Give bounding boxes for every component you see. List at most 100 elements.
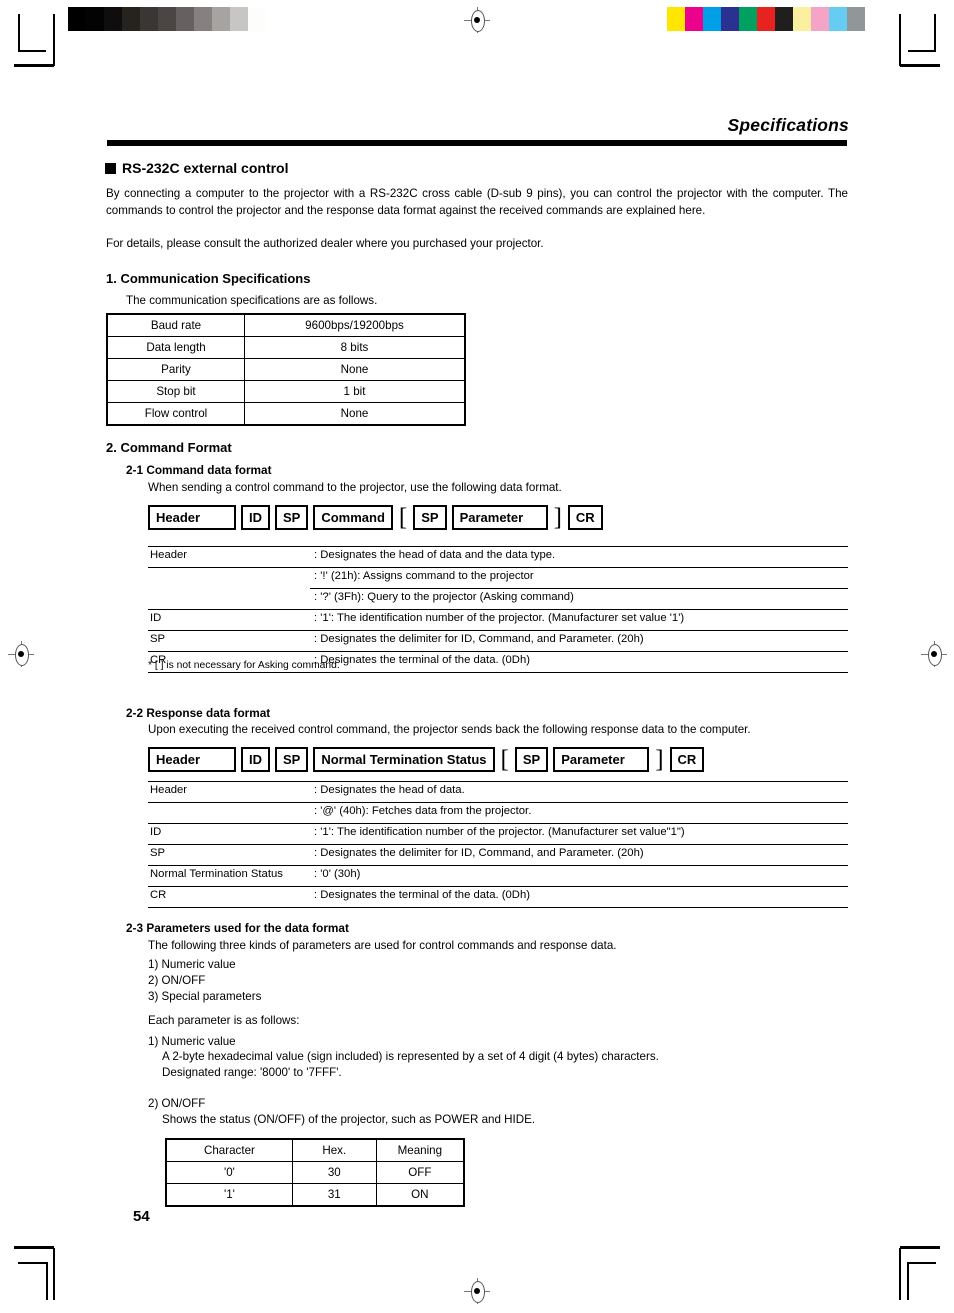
spec-label-cell: Parity bbox=[106, 358, 245, 381]
block-heading-label: RS-232C external control bbox=[122, 160, 289, 176]
numeric-value-title: 1) Numeric value bbox=[148, 1035, 236, 1048]
table-row: '1' 31 ON bbox=[165, 1183, 465, 1207]
table-row: : '?' (3Fh): Query to the projector (Ask… bbox=[148, 588, 848, 610]
onoff-cell: OFF bbox=[375, 1161, 465, 1184]
calibration-swatch bbox=[721, 7, 739, 31]
table-header-row: Character Hex. Meaning bbox=[165, 1138, 465, 1162]
desc-value-cell: : Designates the delimiter for ID, Comma… bbox=[310, 630, 848, 652]
bullet-square-icon bbox=[105, 162, 116, 174]
section-2-2-lead: Upon executing the received control comm… bbox=[148, 723, 751, 736]
table-row: ID: '1': The identification number of th… bbox=[148, 823, 848, 845]
desc-label-cell: SP bbox=[148, 844, 310, 866]
section-2-2-heading: 2-2 Response data format bbox=[126, 706, 271, 720]
desc-value-cell: : Designates the delimiter for ID, Comma… bbox=[310, 844, 848, 866]
calibration-swatch bbox=[104, 7, 122, 31]
onoff-cell: 30 bbox=[291, 1161, 377, 1184]
command-format-footnote: * [ ] is not necessary for Asking comman… bbox=[148, 660, 340, 671]
crop-mark-tl-v2 bbox=[53, 14, 55, 66]
onoff-line: Shows the status (ON/OFF) of the project… bbox=[162, 1113, 536, 1126]
calibration-swatch bbox=[248, 7, 266, 31]
fmt-rsp-sp1: SP bbox=[275, 747, 309, 772]
calibration-swatch bbox=[230, 7, 248, 31]
desc-label-cell: ID bbox=[148, 823, 310, 845]
calibration-swatch bbox=[212, 7, 230, 31]
color-calibration-bar bbox=[667, 7, 865, 31]
crop-mark-bl-v2 bbox=[53, 1248, 55, 1300]
onoff-cell: '0' bbox=[165, 1161, 293, 1184]
calibration-swatch bbox=[703, 7, 721, 31]
crop-mark-tl-h bbox=[18, 50, 46, 52]
desc-value-cell: : Designates the terminal of the data. (… bbox=[310, 651, 848, 673]
desc-label-cell: SP bbox=[148, 630, 310, 652]
crop-mark-tr-h2 bbox=[900, 64, 940, 67]
fmt-rsp-right-bracket: ] bbox=[655, 745, 664, 773]
desc-label-cell: ID bbox=[148, 609, 310, 631]
registration-target-right bbox=[921, 641, 947, 667]
document-page: Specifications RS-232C external control … bbox=[0, 0, 954, 1313]
crop-mark-br-h2 bbox=[900, 1246, 940, 1249]
desc-value-cell: : '1': The identification number of the … bbox=[310, 823, 848, 845]
crop-mark-br-v2 bbox=[899, 1248, 901, 1300]
crop-mark-bl-h bbox=[18, 1262, 46, 1264]
block-heading: RS-232C external control bbox=[105, 160, 289, 176]
table-row: : '!' (21h): Assigns command to the proj… bbox=[148, 567, 848, 589]
table-row: Normal Termination Status: '0' (30h) bbox=[148, 865, 848, 887]
crop-mark-bl-v bbox=[46, 1262, 48, 1300]
page-title: Specifications bbox=[727, 115, 849, 135]
calibration-swatch bbox=[176, 7, 194, 31]
intro-paragraph-2: For details, please consult the authoriz… bbox=[106, 237, 544, 250]
onoff-character-table: Character Hex. Meaning '0' 30 OFF '1' 31 ON bbox=[165, 1138, 465, 1207]
desc-value-cell: : '@' (40h): Fetches data from the proje… bbox=[310, 802, 848, 824]
crop-mark-bl-h2 bbox=[14, 1246, 54, 1249]
calibration-swatch bbox=[158, 7, 176, 31]
page-number: 54 bbox=[133, 1208, 150, 1225]
fmt-rsp-id: ID bbox=[241, 747, 270, 772]
table-row: Header: Designates the head of data and … bbox=[148, 546, 848, 568]
desc-value-cell: : '?' (3Fh): Query to the projector (Ask… bbox=[310, 588, 848, 610]
calibration-swatch bbox=[86, 7, 104, 31]
param-each-line: Each parameter is as follows: bbox=[148, 1014, 300, 1027]
desc-value-cell: : Designates the terminal of the data. (… bbox=[310, 886, 848, 908]
fmt-rsp-left-bracket: [ bbox=[500, 745, 509, 773]
onoff-title: 2) ON/OFF bbox=[148, 1097, 206, 1110]
calibration-swatch bbox=[793, 7, 811, 31]
spec-value-cell: 1 bit bbox=[244, 380, 466, 403]
fmt-cmd-id: ID bbox=[241, 505, 270, 530]
section-1-lead: The communication specifications are as … bbox=[126, 294, 378, 307]
fmt-rsp-status: Normal Termination Status bbox=[313, 747, 495, 772]
fmt-cmd-right-bracket: ] bbox=[553, 503, 562, 531]
param-list-item-1: 1) Numeric value bbox=[148, 958, 236, 971]
communication-specifications-table: Baud rate 9600bps/19200bps Data length 8 bi… bbox=[106, 313, 466, 426]
calibration-swatch bbox=[140, 7, 158, 31]
crop-mark-tl-v bbox=[18, 14, 20, 52]
table-row: : '@' (40h): Fetches data from the proje… bbox=[148, 802, 848, 824]
fmt-rsp-parameter: Parameter bbox=[553, 747, 650, 772]
crop-mark-br-v bbox=[907, 1262, 909, 1300]
calibration-swatch bbox=[194, 7, 212, 31]
fmt-cmd-sp2: SP bbox=[413, 505, 447, 530]
desc-label-cell: Normal Termination Status bbox=[148, 865, 310, 887]
crop-mark-tr-v2 bbox=[899, 14, 901, 66]
registration-target-left bbox=[8, 641, 34, 667]
spec-label-cell: Data length bbox=[106, 336, 245, 359]
calibration-swatch bbox=[829, 7, 847, 31]
spec-value-cell: 9600bps/19200bps bbox=[244, 313, 466, 337]
calibration-swatch bbox=[122, 7, 140, 31]
onoff-cell: 31 bbox=[291, 1183, 377, 1207]
section-2-3-heading: 2-3 Parameters used for the data format bbox=[126, 921, 349, 935]
table-row: '0' 30 OFF bbox=[165, 1161, 465, 1184]
fmt-cmd-left-bracket: [ bbox=[398, 503, 408, 531]
grayscale-calibration-bar bbox=[68, 7, 266, 31]
crop-mark-tl-h2 bbox=[14, 64, 54, 67]
command-format-description-table: Header: Designates the head of data and … bbox=[148, 546, 848, 673]
desc-label-cell: Header bbox=[148, 781, 310, 803]
onoff-cell: '1' bbox=[165, 1183, 293, 1207]
registration-target-bottom bbox=[464, 1278, 490, 1304]
calibration-swatch bbox=[847, 7, 865, 31]
fmt-rsp-header: Header bbox=[148, 747, 236, 772]
section-1-heading: 1. Communication Specifications bbox=[106, 271, 311, 286]
response-data-format-diagram: Header ID SP Normal Termination Status [… bbox=[148, 745, 705, 773]
spec-label-cell: Flow control bbox=[106, 402, 245, 426]
fmt-rsp-sp2: SP bbox=[514, 747, 549, 772]
table-row: Data length 8 bits bbox=[106, 336, 466, 359]
